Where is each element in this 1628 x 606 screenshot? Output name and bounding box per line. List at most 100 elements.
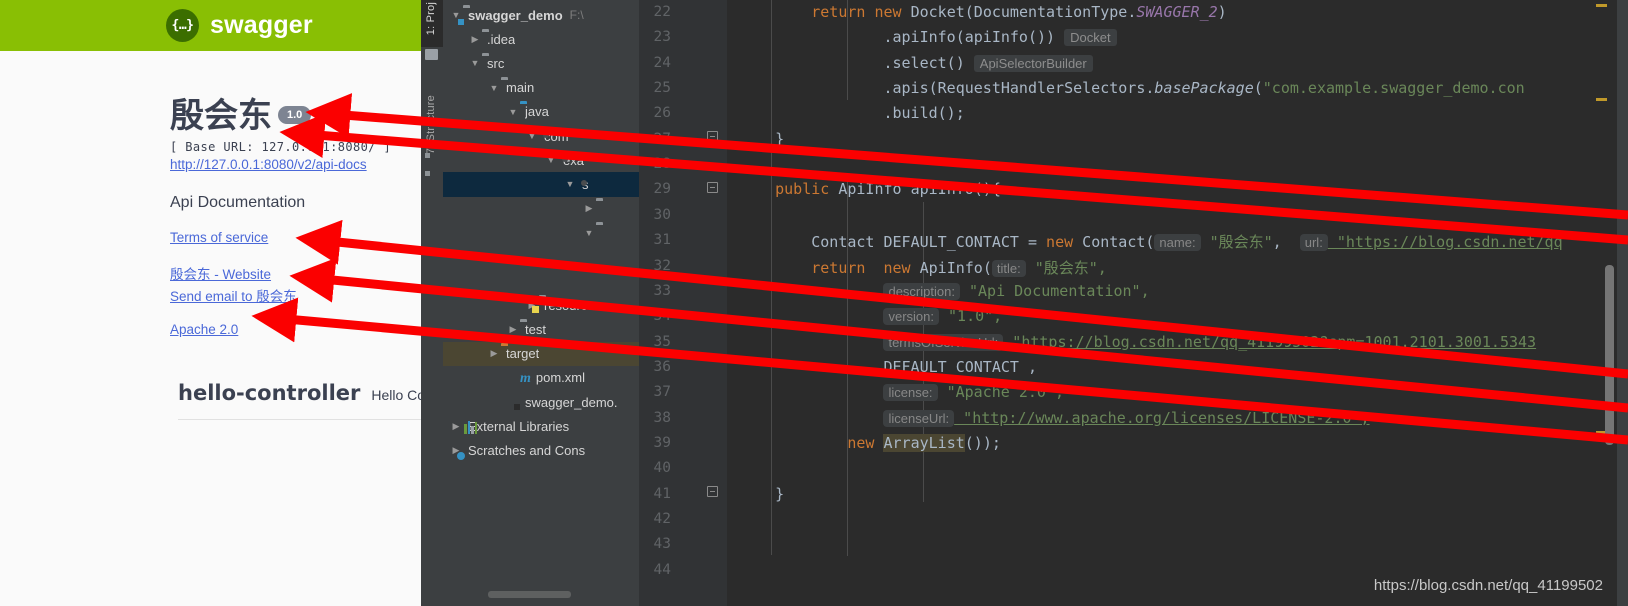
swagger-braces-icon: {…} (166, 9, 199, 42)
screenshot-root: {…} swagger 殷会东 1.0 [ Base URL: 127.0.0.… (0, 0, 1628, 606)
code-editor[interactable]: return new Docket(DocumentationType.SWAG… (727, 0, 1617, 606)
code-token: .select() (883, 53, 974, 72)
code-token: } (775, 484, 785, 503)
tree-node[interactable]: target (443, 341, 639, 366)
code-token: "http://www.apache.org/licenses/LICENSE-… (954, 408, 1370, 427)
code-line-29: public ApiInfo apiInfo(){ (775, 180, 1001, 198)
fold-marker-27[interactable] (707, 131, 718, 142)
code-line-39: new ArrayList()); (847, 433, 1001, 452)
folder-icon[interactable] (425, 49, 438, 60)
blank-icon (615, 274, 620, 289)
tree-node[interactable]: java (443, 100, 639, 124)
tree-node[interactable] (443, 197, 639, 221)
code-line-33: description: "Api Documentation", (883, 282, 1150, 300)
code-token: "殷会东", (1025, 258, 1107, 277)
inlay-hint: termsOfServiceUrl: (883, 333, 1004, 351)
swagger-ui-pane: {…} swagger 殷会东 1.0 [ Base URL: 127.0.0.… (0, 0, 421, 606)
tree-toggle-open-icon[interactable] (544, 155, 558, 165)
code-line-26: .build(); (883, 104, 964, 122)
tree-node[interactable]: resources (443, 293, 639, 317)
line-number: 31 (653, 232, 671, 249)
code-token: new (1046, 233, 1083, 252)
line-number: 25 (653, 80, 671, 97)
website-link[interactable]: 殷会东 - Website (170, 263, 421, 283)
line-number: 29 (653, 181, 671, 198)
code-token: "1.0", (939, 307, 1003, 326)
tree-toggle-open-icon[interactable] (563, 179, 577, 189)
code-line-36: DEFAULT_CONTACT , (883, 358, 1037, 376)
line-number: 38 (653, 409, 671, 426)
tree-node[interactable] (443, 245, 639, 269)
tree-node[interactable]: External Libraries (443, 414, 639, 438)
error-stripe-marker[interactable] (1596, 4, 1607, 7)
operation-tag-row[interactable]: hello-controller Hello Contr (178, 381, 421, 405)
tree-node[interactable]: .idea (443, 27, 639, 51)
terms-of-service-link[interactable]: Terms of service (170, 230, 421, 245)
tree-node-label: swagger_demo (468, 7, 563, 23)
fold-marker-41[interactable] (707, 486, 718, 497)
inlay-hint: licenseUrl: (883, 409, 955, 427)
swagger-wordmark: swagger (210, 11, 313, 39)
code-token: "殷会东" (1200, 233, 1273, 252)
tree-node-label: main (506, 80, 535, 96)
folder-icon (596, 225, 601, 240)
code-token: ) (1217, 3, 1227, 21)
project-tree: swagger_demo F:\ .idea src main java comexas re… (443, 3, 639, 463)
tree-toggle-closed-icon[interactable] (468, 34, 482, 45)
line-number: 43 (653, 536, 671, 553)
code-token: "https://blog.csdn.net/qq (1327, 233, 1563, 252)
apache-license-link[interactable]: Apache 2.0 (170, 322, 421, 337)
tree-toggle-open-icon[interactable] (487, 83, 501, 93)
tree-toggle-closed-icon[interactable] (449, 421, 463, 432)
tree-node-path: F:\ (569, 8, 584, 23)
send-email-link[interactable]: Send email to 殷会东 (170, 285, 421, 305)
code-token: basePackage (1154, 79, 1254, 98)
tree-node[interactable]: s (443, 172, 639, 197)
tree-node[interactable]: test (443, 317, 639, 341)
code-token: ()); (964, 433, 1001, 452)
inlay-hint: Docket (1064, 29, 1117, 47)
tree-node-label: java (525, 104, 549, 120)
tree-toggle-open-icon[interactable] (506, 107, 520, 117)
tree-toggle-closed-icon[interactable] (582, 203, 596, 214)
blank-icon (615, 249, 620, 264)
tree-toggle-closed-icon[interactable] (487, 348, 501, 359)
code-token: new (883, 258, 920, 277)
tool-window-strip: 1: Proj 7: Structure (421, 0, 444, 606)
swagger-logo[interactable]: {…} swagger (166, 9, 313, 42)
code-token: ApiInfo (838, 180, 911, 199)
tree-node-label: .idea (487, 31, 516, 47)
code-token: Contact( (1082, 233, 1155, 252)
tree-toggle-open-icon[interactable] (468, 58, 482, 68)
tree-node[interactable]: com (443, 124, 639, 148)
tree-node[interactable]: m pom.xml (443, 366, 639, 390)
tree-node[interactable]: exa (443, 148, 639, 172)
external-libraries-icon (463, 419, 477, 434)
project-hscrollbar[interactable] (488, 591, 571, 598)
project-tree-pane[interactable]: swagger_demo F:\ .idea src main java comexas re… (443, 0, 639, 606)
code-line-25: .apis(RequestHandlerSelectors.basePackag… (883, 79, 1524, 97)
tree-node[interactable] (443, 269, 639, 293)
tree-node[interactable]: src (443, 51, 639, 75)
tree-node[interactable]: swagger_demo. (443, 390, 639, 414)
tree-node[interactable] (443, 221, 639, 245)
favorites-icon[interactable] (425, 145, 438, 176)
error-stripe-marker[interactable] (1596, 98, 1607, 101)
base-url-text: [ Base URL: 127.0.0.1:8080/ ] (170, 140, 392, 154)
line-number: 36 (653, 358, 671, 375)
editor-vscrollbar[interactable] (1605, 265, 1614, 445)
tree-toggle-closed-icon[interactable] (506, 324, 520, 335)
fold-marker-29[interactable] (707, 182, 718, 193)
swagger-info-block: 殷会东 1.0 [ Base URL: 127.0.0.1:8080/ ] ht… (170, 99, 421, 337)
code-token: public (775, 180, 839, 199)
tree-node[interactable]: Scratches and Cons (443, 438, 639, 462)
tree-node[interactable]: main (443, 76, 639, 100)
tree-toggle-open-icon[interactable] (582, 228, 596, 238)
code-token: new (847, 433, 884, 452)
line-number: 35 (653, 333, 671, 350)
tree-toggle-open-icon[interactable] (525, 131, 539, 141)
tool-button-project[interactable]: 1: Proj (425, 2, 437, 35)
api-docs-link[interactable]: http://127.0.0.1:8080/v2/api-docs (170, 157, 421, 172)
tree-node-label: resources (544, 297, 602, 313)
tree-node[interactable]: swagger_demo F:\ (443, 3, 639, 27)
